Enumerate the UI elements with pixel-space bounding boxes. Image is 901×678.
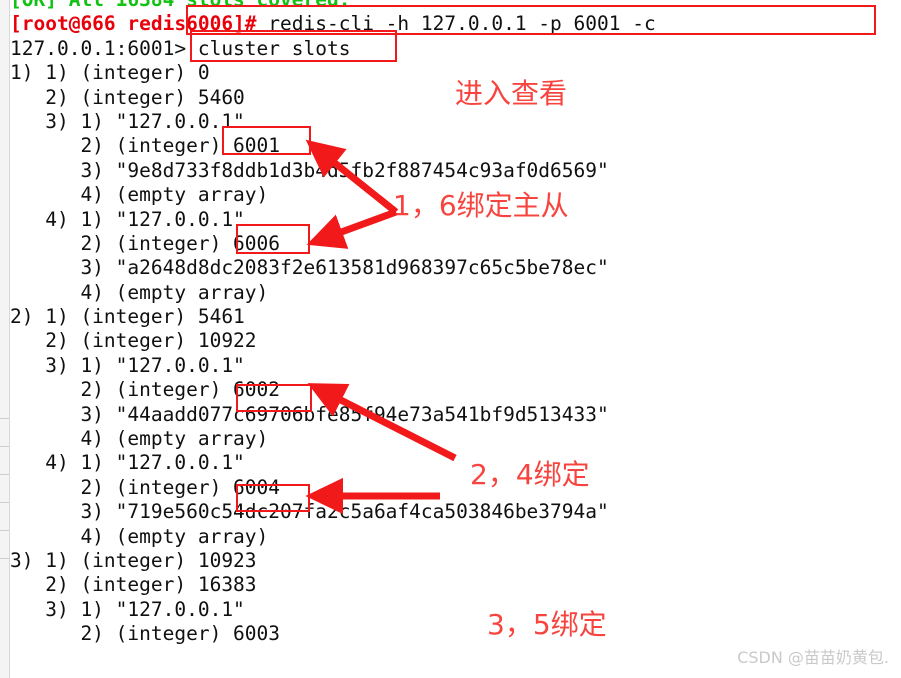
terminal-line: 2) (integer) 6001	[10, 134, 281, 158]
annotation-1-6-binding: 1，6绑定主从	[393, 189, 569, 222]
terminal-line: 2) (integer) 6004	[10, 475, 281, 499]
terminal-line: 2) (integer) 6003	[10, 622, 281, 646]
scrollbar-track[interactable]	[0, 0, 10, 678]
terminal-line: 3) 1) "127.0.0.1"	[10, 109, 245, 133]
terminal-line: 2) 1) (integer) 5461	[10, 305, 245, 329]
terminal-line: 2) (integer) 10922	[10, 329, 257, 353]
terminal-line: 4) 1) "127.0.0.1"	[10, 451, 245, 475]
terminal-line: 3) "9e8d733f8ddb1d3b4d5fb2f887454c93af0d…	[10, 158, 609, 182]
csdn-watermark: CSDN @苗苗奶黄包.	[737, 648, 889, 667]
terminal-line: 4) (empty array)	[10, 427, 269, 451]
terminal-line: 3) "719e560c54dc207fa2c5a6af4ca503846be3…	[10, 500, 609, 524]
terminal-line: 3) 1) "127.0.0.1"	[10, 353, 245, 377]
terminal-line: 3) "44aadd077c69706bfe85f94e73a541bf9d51…	[10, 402, 609, 426]
terminal-line: 3) 1) "127.0.0.1"	[10, 597, 245, 621]
highlight-box-port-6002	[236, 384, 312, 412]
highlight-box-port-6004	[236, 484, 310, 512]
terminal-line: 4) (empty array)	[10, 280, 269, 304]
annotation-2-4-binding: 2，4绑定	[470, 458, 590, 491]
highlight-box-port-6006	[236, 224, 310, 254]
annotation-enter-view: 进入查看	[455, 77, 568, 110]
terminal-line: 127.0.0.1:6001> cluster slots	[10, 36, 351, 60]
annotation-3-5-binding: 3，5绑定	[487, 608, 607, 641]
highlight-box-cluster-slots	[190, 30, 397, 62]
terminal-line: 4) (empty array)	[10, 524, 269, 548]
terminal-line: 3) 1) (integer) 10923	[10, 548, 257, 572]
terminal-line: 2) (integer) 6002	[10, 378, 281, 402]
terminal-screenshot: [OK] All 16384 slots covered.[root@666 r…	[0, 0, 901, 678]
terminal-line: 2) (integer) 16383	[10, 573, 257, 597]
highlight-box-port-6001	[222, 126, 311, 155]
terminal-line: 2) (integer) 6006	[10, 231, 281, 255]
terminal-line: 3) "a2648d8dc2083f2e613581d968397c65c5be…	[10, 256, 609, 280]
